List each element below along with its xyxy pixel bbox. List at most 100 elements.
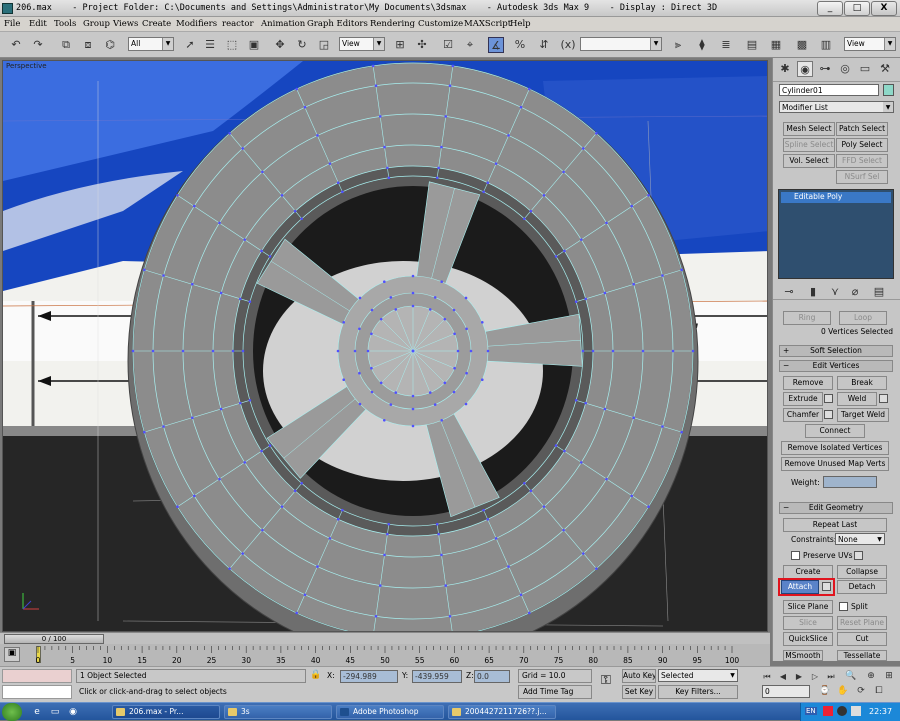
named-selection-dropdown[interactable]: ▼ bbox=[580, 37, 662, 51]
menu-group[interactable]: Group bbox=[83, 19, 110, 29]
cylinder-mesh[interactable] bbox=[127, 62, 699, 632]
render-scene-icon[interactable]: ▥ bbox=[818, 37, 834, 53]
close-button[interactable]: X bbox=[871, 1, 897, 16]
maximize-viewport-icon[interactable]: ⧠ bbox=[872, 684, 886, 700]
key-set-dropdown[interactable]: Selected ▼ bbox=[658, 669, 738, 682]
tessellate-button[interactable]: Tessellate bbox=[837, 650, 887, 661]
menu-graph-editors[interactable]: Graph Editors bbox=[307, 19, 368, 29]
time-slider[interactable]: 0 / 100 bbox=[4, 634, 104, 644]
show-desktop-icon[interactable]: ▭ bbox=[48, 705, 62, 721]
remove-isolated-vertices-button[interactable]: Remove Isolated Vertices bbox=[781, 441, 889, 455]
target-weld-button[interactable]: Target Weld bbox=[837, 408, 889, 422]
slice-plane-button[interactable]: Slice Plane bbox=[783, 600, 833, 614]
add-time-tag[interactable]: Add Time Tag bbox=[518, 685, 592, 699]
select-manipulate-icon[interactable]: ✣ bbox=[414, 37, 430, 53]
object-color-swatch[interactable] bbox=[883, 84, 894, 96]
loop-button[interactable]: Loop bbox=[839, 311, 887, 325]
extrude-settings-button[interactable] bbox=[824, 394, 833, 403]
weight-spinner[interactable] bbox=[823, 476, 877, 488]
tray-network-icon[interactable] bbox=[837, 706, 847, 716]
motion-tab-icon[interactable]: ◎ bbox=[837, 61, 853, 77]
mesh-select-button[interactable]: Mesh Select bbox=[783, 122, 835, 136]
snap-3d-icon[interactable]: ⌖ bbox=[462, 37, 478, 53]
x-coordinate-field[interactable]: -294.989 bbox=[340, 670, 398, 683]
layer-manager-icon[interactable]: ≣ bbox=[718, 37, 734, 53]
pin-stack-icon[interactable]: ⊸ bbox=[781, 284, 797, 300]
modifier-list-dropdown[interactable]: Modifier List ▼ bbox=[779, 101, 894, 113]
remove-modifier-icon[interactable]: ⌀ bbox=[847, 284, 863, 300]
show-end-result-icon[interactable]: ▮ bbox=[805, 284, 821, 300]
pan-icon[interactable]: ✋ bbox=[836, 684, 850, 700]
curve-editor-icon[interactable]: ▤ bbox=[744, 37, 760, 53]
constraints-dropdown[interactable]: None ▼ bbox=[835, 533, 885, 545]
weld-button[interactable]: Weld bbox=[837, 392, 877, 406]
align-icon[interactable]: ⧫ bbox=[694, 37, 710, 53]
chamfer-button[interactable]: Chamfer bbox=[783, 408, 823, 422]
menu-edit[interactable]: Edit bbox=[29, 19, 47, 29]
ring-button[interactable]: Ring bbox=[783, 311, 831, 325]
scale-icon[interactable]: ◲ bbox=[316, 37, 332, 53]
stack-item-editable-poly[interactable]: Editable Poly bbox=[781, 192, 891, 203]
rotate-icon[interactable]: ↻ bbox=[294, 37, 310, 53]
task-3dsmax[interactable]: 206.max - Pr... bbox=[112, 705, 220, 719]
weld-settings-button[interactable] bbox=[879, 394, 888, 403]
create-button[interactable]: Create bbox=[783, 565, 833, 579]
soft-selection-rollout[interactable]: + Soft Selection bbox=[779, 345, 893, 357]
key-icon[interactable]: ⚿ bbox=[595, 673, 617, 693]
select-by-name-icon[interactable]: ☰ bbox=[202, 37, 218, 53]
current-frame-field[interactable]: 0 bbox=[762, 685, 810, 698]
reset-plane-button[interactable]: Reset Plane bbox=[837, 616, 887, 630]
cut-button[interactable]: Cut bbox=[837, 632, 887, 646]
menu-file[interactable]: File bbox=[4, 19, 20, 29]
auto-key-button[interactable]: Auto Key bbox=[622, 669, 656, 683]
redo-icon[interactable]: ↷ bbox=[30, 37, 46, 53]
zoom-extents-icon[interactable]: ⊞ bbox=[882, 669, 896, 685]
chamfer-settings-button[interactable] bbox=[824, 410, 833, 419]
vol-select-button[interactable]: Vol. Select bbox=[783, 154, 835, 168]
y-coordinate-field[interactable]: -439.959 bbox=[412, 670, 462, 683]
display-tab-icon[interactable]: ▭ bbox=[857, 61, 873, 77]
next-frame-icon[interactable]: ▷ bbox=[808, 669, 822, 685]
task-folder[interactable]: 3s bbox=[224, 705, 332, 719]
preserve-uvs-checkbox[interactable] bbox=[791, 551, 800, 560]
render-view-dropdown[interactable]: View ▼ bbox=[844, 37, 896, 51]
z-coordinate-field[interactable]: 0.0 bbox=[474, 670, 510, 683]
slice-button[interactable]: Slice bbox=[783, 616, 833, 630]
spinner-snap-icon[interactable]: ⇵ bbox=[536, 37, 552, 53]
poly-select-button[interactable]: Poly Select bbox=[836, 138, 888, 152]
msmooth-button[interactable]: MSmooth bbox=[783, 650, 823, 661]
start-button[interactable] bbox=[2, 703, 22, 721]
patch-select-button[interactable]: Patch Select bbox=[836, 122, 888, 136]
orbit-icon[interactable]: ⟳ bbox=[854, 684, 868, 700]
maximize-button[interactable]: □ bbox=[844, 1, 870, 16]
select-object-icon[interactable]: ➚ bbox=[182, 37, 198, 53]
attach-list-button[interactable] bbox=[822, 582, 831, 591]
schematic-view-icon[interactable]: ▦ bbox=[768, 37, 784, 53]
edit-named-sel-icon[interactable]: (x) bbox=[560, 37, 576, 53]
material-editor-icon[interactable]: ▩ bbox=[794, 37, 810, 53]
menu-maxscript[interactable]: MAXScript bbox=[464, 19, 511, 29]
angle-snap-icon[interactable]: ∡ bbox=[488, 37, 504, 53]
track-bar[interactable]: ▣ 0 5 10 15 20 25 30 35 40 45 50 55 60 65 70 75 80 85 90 95… bbox=[0, 644, 770, 666]
collapse-button[interactable]: Collapse bbox=[837, 565, 887, 579]
set-key-button[interactable]: Set Key bbox=[622, 685, 656, 699]
go-to-end-icon[interactable]: ⏭ bbox=[824, 669, 838, 685]
connect-button[interactable]: Connect bbox=[805, 424, 865, 438]
menu-modifiers[interactable]: Modifiers bbox=[176, 19, 217, 29]
play-icon[interactable]: ▶ bbox=[792, 669, 806, 685]
ref-coord-dropdown[interactable]: View ▼ bbox=[339, 37, 385, 51]
menu-tools[interactable]: Tools bbox=[54, 19, 76, 29]
remove-unused-map-verts-button[interactable]: Remove Unused Map Verts bbox=[781, 457, 889, 471]
menu-views[interactable]: Views bbox=[113, 19, 138, 29]
minimize-button[interactable]: _ bbox=[817, 1, 843, 16]
pivot-center-icon[interactable]: ⊞ bbox=[392, 37, 408, 53]
ie-icon[interactable]: e bbox=[30, 705, 44, 721]
bind-spacewarp-icon[interactable]: ⌬ bbox=[102, 37, 118, 53]
object-name-field[interactable]: Cylinder01 bbox=[779, 84, 879, 96]
window-crossing-icon[interactable]: ▣ bbox=[246, 37, 262, 53]
mirror-icon[interactable]: ⫸ bbox=[670, 37, 686, 53]
lock-selection-icon[interactable]: 🔒 bbox=[310, 670, 322, 682]
repeat-last-button[interactable]: Repeat Last bbox=[783, 518, 887, 532]
language-indicator[interactable]: EN bbox=[805, 707, 817, 715]
ffd-select-button[interactable]: FFD Select bbox=[836, 154, 888, 168]
